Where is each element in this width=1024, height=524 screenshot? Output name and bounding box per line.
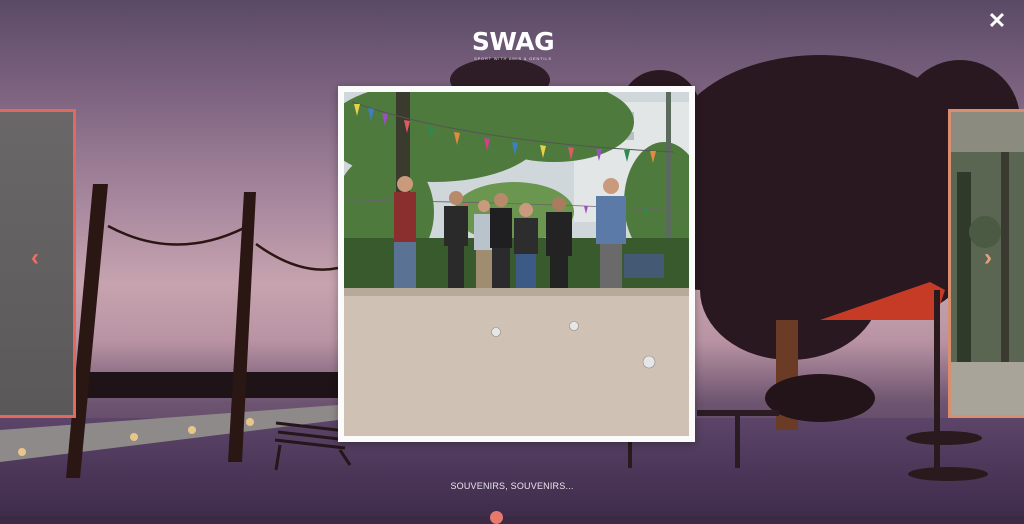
lightbox-photo-frame bbox=[338, 86, 695, 442]
picnic-table bbox=[697, 410, 779, 468]
post bbox=[628, 440, 632, 468]
brand-name: SWAG bbox=[471, 27, 555, 56]
rope bbox=[107, 224, 245, 246]
lightbox-photo[interactable] bbox=[344, 92, 689, 436]
chevron-left-icon[interactable]: ‹ bbox=[25, 246, 45, 270]
pager-dot-active[interactable] bbox=[490, 511, 503, 524]
rope bbox=[255, 242, 339, 271]
close-icon[interactable]: ✕ bbox=[986, 10, 1008, 32]
gallery-caption: SOUVENIRS, SOUVENIRS... bbox=[450, 481, 574, 491]
brand-tagline: SPORT WITH AMIS & GENTILS bbox=[474, 56, 552, 61]
bush bbox=[765, 374, 875, 422]
brand-logo[interactable]: SWAG SPORT WITH AMIS & GENTILS bbox=[466, 28, 560, 62]
chevron-right-icon[interactable]: › bbox=[978, 246, 998, 270]
